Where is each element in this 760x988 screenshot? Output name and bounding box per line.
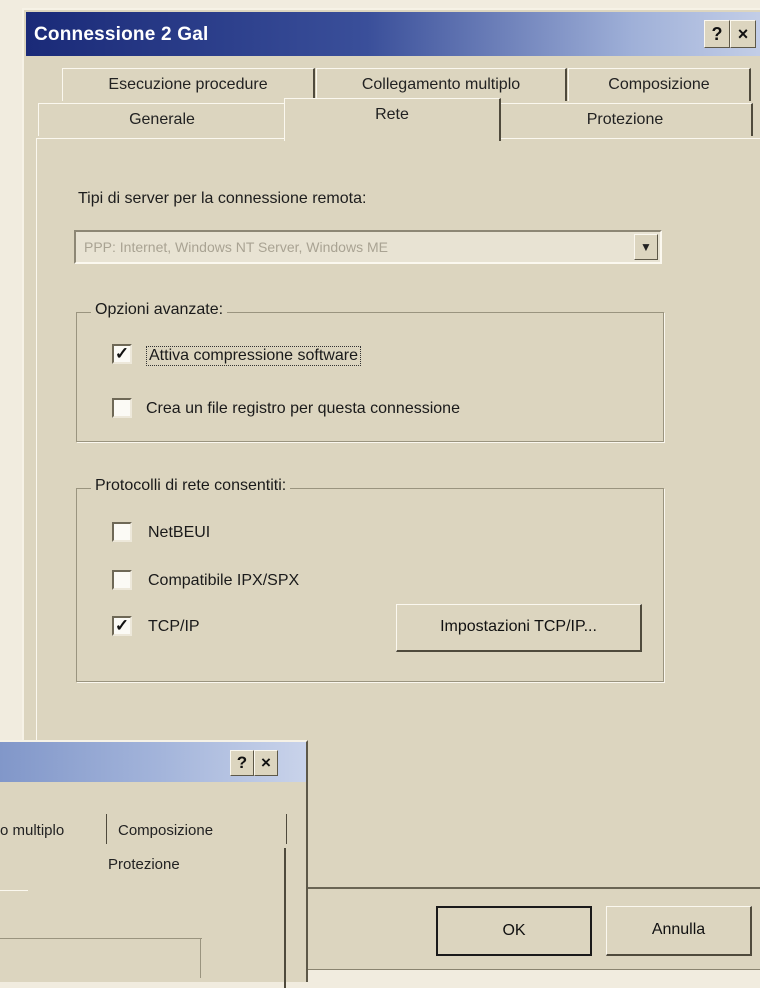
window-title: Connessione 2 Gal (34, 24, 209, 45)
tcpip-label[interactable]: TCP/IP (148, 618, 200, 636)
ipx-spx-checkbox[interactable] (112, 570, 132, 590)
background-tab-protezione[interactable]: Protezione (108, 856, 180, 873)
tab-divider (286, 814, 287, 844)
server-type-dropdown[interactable]: PPP: Internet, Windows NT Server, Window… (74, 230, 662, 264)
panel-edge (284, 848, 286, 988)
log-file-label[interactable]: Crea un file registro per questa conness… (146, 400, 460, 418)
close-button[interactable]: × (730, 20, 756, 48)
compression-label[interactable]: Attiva compressione software (146, 346, 361, 366)
panel-edge (0, 890, 28, 891)
ipx-spx-label[interactable]: Compatibile IPX/SPX (148, 572, 299, 590)
tcpip-checkbox[interactable]: ✓ (112, 616, 132, 636)
background-title-bar[interactable]: ? × (0, 742, 306, 782)
tab-protezione[interactable]: Protezione (498, 103, 753, 136)
advanced-options-title: Opzioni avanzate: (91, 301, 228, 319)
background-help-button[interactable]: ? (230, 750, 254, 776)
tab-esecuzione-procedure[interactable]: Esecuzione procedure (62, 68, 315, 101)
tab-collegamento-multiplo[interactable]: Collegamento multiplo (316, 68, 567, 101)
background-close-button[interactable]: × (254, 750, 278, 776)
group-border (0, 938, 202, 939)
background-tab-composizione[interactable]: Composizione (118, 822, 213, 839)
title-bar[interactable]: Connessione 2 Gal ? × (26, 12, 760, 56)
advanced-options-group: Opzioni avanzate: (76, 301, 664, 442)
help-button[interactable]: ? (704, 20, 730, 48)
server-type-value: PPP: Internet, Windows NT Server, Window… (84, 239, 388, 255)
cancel-button[interactable]: Annulla (606, 906, 752, 956)
tab-composizione[interactable]: Composizione (568, 68, 751, 101)
ok-button[interactable]: OK (436, 906, 592, 956)
compression-checkbox[interactable]: ✓ (112, 344, 132, 364)
network-protocols-title: Protocolli di rete consentiti: (91, 477, 291, 495)
netbeui-checkbox[interactable] (112, 522, 132, 542)
chevron-down-icon[interactable]: ▼ (634, 234, 658, 260)
log-file-checkbox[interactable] (112, 398, 132, 418)
tab-divider (106, 814, 107, 844)
group-border (200, 938, 201, 978)
netbeui-label[interactable]: NetBEUI (148, 524, 210, 542)
background-tab-collegamento[interactable]: o multiplo (0, 822, 64, 839)
background-dialog-window[interactable]: ? × o multiplo Composizione Protezione (0, 740, 308, 988)
tcpip-settings-button[interactable]: Impostazioni TCP/IP... (396, 604, 642, 652)
tab-generale[interactable]: Generale (38, 103, 287, 136)
server-type-label: Tipi di server per la connessione remota… (78, 190, 367, 207)
tab-rete[interactable]: Rete (284, 98, 501, 141)
